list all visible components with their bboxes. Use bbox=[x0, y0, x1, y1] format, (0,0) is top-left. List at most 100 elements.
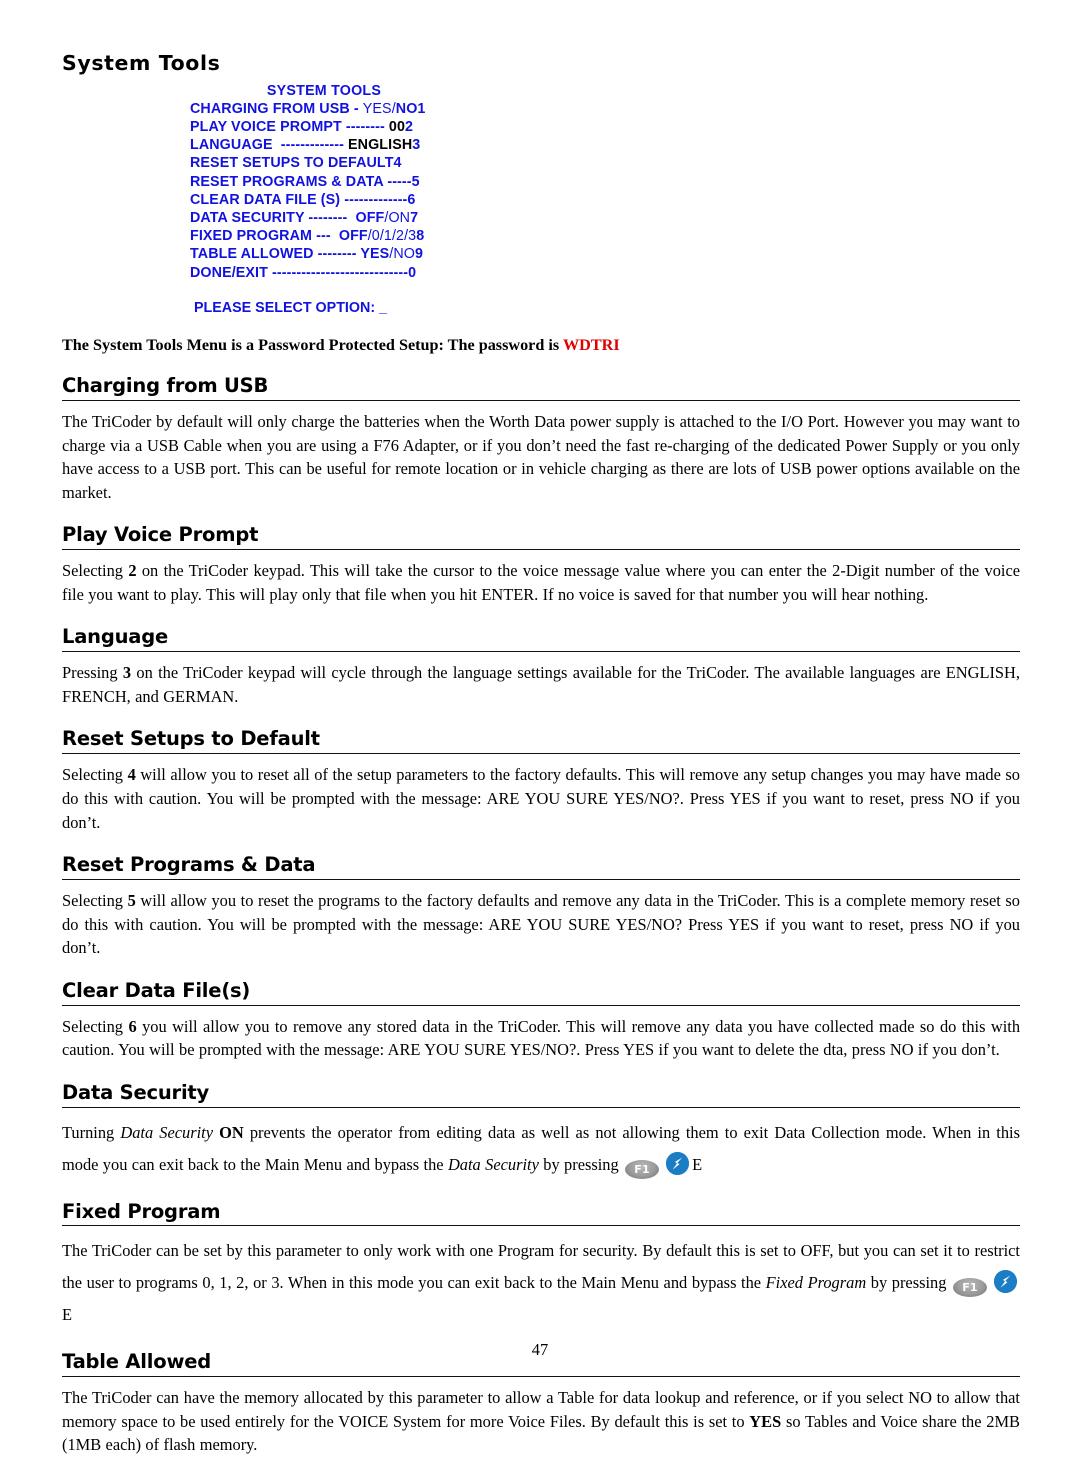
section-body: The TriCoder can be set by this paramete… bbox=[62, 1235, 1020, 1331]
heading-rule bbox=[62, 1225, 1020, 1227]
password-value: WDTRI bbox=[562, 336, 620, 354]
section-heading: Charging from USB bbox=[62, 374, 269, 398]
section-language: Language Pressing 3 on the TriCoder keyp… bbox=[62, 626, 1020, 708]
terminal-menu-block: SYSTEM TOOLS CHARGING FROM USB - YES/NO1… bbox=[62, 82, 1020, 317]
menu-index: 0 bbox=[408, 264, 417, 281]
menu-value-alt: NO bbox=[393, 246, 416, 263]
document-page: System Tools SYSTEM TOOLS CHARGING FROM … bbox=[0, 0, 1080, 1454]
menu-item-fixed-program[interactable]: FIXED PROGRAM --- OFF/0/1/2/38 bbox=[190, 227, 1020, 245]
body-italic: Fixed Program bbox=[765, 1273, 867, 1293]
menu-value: ENGLISH bbox=[348, 137, 413, 154]
section-heading: Clear Data File(s) bbox=[62, 978, 251, 1002]
body-part: Pressing bbox=[62, 663, 123, 683]
section-body: Selecting 5 will allow you to reset the … bbox=[62, 889, 1020, 960]
body-part: Selecting bbox=[62, 765, 128, 785]
menu-value: 00 bbox=[388, 118, 405, 135]
menu-value-alt: /0/1/2/3 bbox=[367, 228, 417, 245]
menu-value-selected: NO bbox=[395, 100, 418, 117]
menu-label: DONE/EXIT ---------------------------- bbox=[190, 264, 409, 281]
body-part: by pressing bbox=[866, 1273, 951, 1293]
body-part: Selecting bbox=[62, 1016, 129, 1036]
menu-index: 5 bbox=[411, 173, 420, 190]
menu-label: RESET PROGRAMS & DATA ----- bbox=[190, 173, 412, 190]
section-body: Selecting 2 on the TriCoder keypad. This… bbox=[62, 559, 1020, 606]
menu-label: PLAY VOICE PROMPT -------- bbox=[190, 118, 389, 135]
body-part: Turning bbox=[62, 1122, 121, 1142]
body-emphasis: 6 bbox=[128, 1016, 137, 1036]
body-part: will allow you to reset all of the setup… bbox=[62, 765, 1020, 832]
page-number: 47 bbox=[531, 1340, 549, 1359]
section-fixed-program: Fixed Program The TriCoder can be set by… bbox=[62, 1199, 1020, 1332]
page-content: System Tools SYSTEM TOOLS CHARGING FROM … bbox=[62, 51, 1020, 1457]
section-table-allowed: Table Allowed The TriCoder can have the … bbox=[62, 1351, 1020, 1457]
menu-label: CLEAR DATA FILE (S) ------------- bbox=[190, 191, 408, 208]
menu-item-data-security[interactable]: DATA SECURITY -------- OFF/ON7 bbox=[190, 209, 1020, 227]
menu-index: 7 bbox=[410, 209, 419, 226]
menu-index: 1 bbox=[417, 100, 426, 117]
menu-value-alt: YES bbox=[362, 100, 392, 117]
menu-label: CHARGING FROM USB - bbox=[190, 100, 363, 117]
heading-rule bbox=[62, 1106, 1020, 1108]
body-part: Selecting bbox=[62, 561, 129, 581]
heading-rule bbox=[62, 651, 1020, 653]
body-emphasis: ON bbox=[219, 1122, 244, 1142]
menu-item-table-allowed[interactable]: TABLE ALLOWED -------- YES/NO9 bbox=[190, 245, 1020, 263]
menu-item-language[interactable]: LANGUAGE ------------- ENGLISH3 bbox=[190, 136, 1020, 154]
body-part: you will allow you to remove any stored … bbox=[62, 1016, 1021, 1060]
section-heading: Data Security bbox=[62, 1080, 210, 1104]
section-heading: Language bbox=[62, 625, 169, 649]
menu-value-selected: YES bbox=[360, 246, 390, 263]
page-title: System Tools bbox=[62, 51, 221, 75]
section-heading: Reset Setups to Default bbox=[62, 727, 320, 751]
section-charging-from-usb: Charging from USB The TriCoder by defaul… bbox=[62, 375, 1020, 504]
f1-key-icon[interactable]: F1 bbox=[953, 1278, 987, 1298]
menu-item-done-exit[interactable]: DONE/EXIT ----------------------------0 bbox=[190, 264, 1020, 282]
body-part: on the TriCoder keypad will cycle throug… bbox=[62, 663, 1020, 706]
e-key-label: E bbox=[692, 1154, 703, 1174]
menu-item-play-voice-prompt[interactable]: PLAY VOICE PROMPT -------- 002 bbox=[190, 118, 1020, 136]
menu-item-reset-programs-and-data[interactable]: RESET PROGRAMS & DATA -----5 bbox=[190, 173, 1020, 191]
heading-rule bbox=[62, 1376, 1020, 1378]
section-body: Pressing 3 on the TriCoder keypad will c… bbox=[62, 661, 1020, 708]
blue-arrow-key-icon[interactable] bbox=[666, 1151, 690, 1175]
section-body: Selecting 4 will allow you to reset all … bbox=[62, 763, 1020, 834]
menu-item-reset-setups-to-default[interactable]: RESET SETUPS TO DEFAULT4 bbox=[190, 154, 1020, 172]
body-emphasis: YES bbox=[749, 1411, 782, 1431]
heading-rule bbox=[62, 400, 1020, 402]
section-heading: Fixed Program bbox=[62, 1199, 221, 1223]
menu-item-charging-from-usb[interactable]: CHARGING FROM USB - YES/NO1 bbox=[190, 100, 1020, 118]
menu-index: 4 bbox=[393, 155, 402, 172]
menu-label: TABLE ALLOWED -------- bbox=[190, 246, 361, 263]
body-italic: Data Security bbox=[120, 1122, 213, 1142]
menu-label: RESET SETUPS TO DEFAULT bbox=[190, 155, 394, 172]
body-italic: Data Security bbox=[447, 1154, 539, 1174]
section-reset-programs-and-data: Reset Programs & Data Selecting 5 will a… bbox=[62, 854, 1020, 960]
menu-index: 3 bbox=[412, 137, 421, 154]
body-emphasis: 5 bbox=[127, 890, 136, 910]
e-key-label: E bbox=[62, 1305, 73, 1325]
section-data-security: Data Security Turning Data Security ON p… bbox=[62, 1080, 1020, 1181]
body-part: Selecting bbox=[62, 890, 128, 910]
blue-arrow-key-icon[interactable] bbox=[994, 1270, 1017, 1294]
menu-index: 9 bbox=[415, 246, 424, 263]
heading-rule bbox=[62, 1004, 1020, 1006]
body-emphasis: 4 bbox=[127, 765, 136, 785]
section-heading: Play Voice Prompt bbox=[62, 523, 259, 547]
body-emphasis: 3 bbox=[122, 663, 132, 683]
menu-label: DATA SECURITY -------- bbox=[190, 209, 356, 226]
section-body: Selecting 6 you will allow you to remove… bbox=[62, 1015, 1020, 1062]
terminal-prompt: PLEASE SELECT OPTION: _ bbox=[194, 299, 388, 316]
menu-value-selected: OFF bbox=[338, 228, 368, 245]
menu-item-clear-data-files[interactable]: CLEAR DATA FILE (S) -------------6 bbox=[190, 191, 1020, 209]
menu-label: FIXED PROGRAM --- bbox=[190, 228, 339, 245]
section-body: Turning Data Security ON prevents the op… bbox=[62, 1117, 1020, 1181]
body-part: will allow you to reset the programs to … bbox=[62, 890, 1021, 958]
f1-key-icon[interactable]: F1 bbox=[625, 1159, 660, 1179]
password-note: The System Tools Menu is a Password Prot… bbox=[62, 335, 1020, 355]
menu-value-selected: OFF bbox=[355, 209, 385, 226]
menu-label: LANGUAGE ------------- bbox=[190, 137, 349, 154]
menu-index: 2 bbox=[405, 118, 414, 135]
password-note-text: The System Tools Menu is a Password Prot… bbox=[62, 336, 563, 354]
section-body: The TriCoder by default will only charge… bbox=[62, 412, 1020, 502]
section-clear-data-files: Clear Data File(s) Selecting 6 you will … bbox=[62, 978, 1020, 1062]
